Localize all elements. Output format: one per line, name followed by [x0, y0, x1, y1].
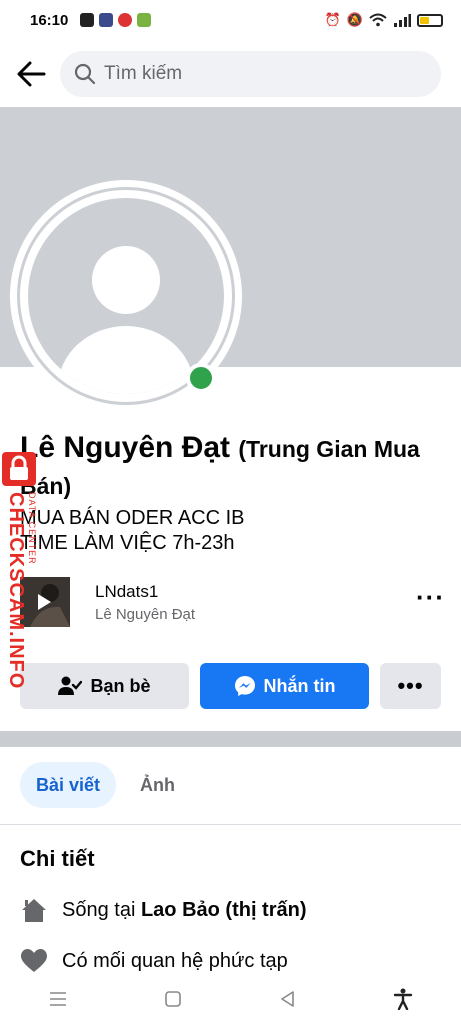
lives-place[interactable]: Lao Bảo (thị trấn) [141, 899, 307, 922]
profile-primary-name: Lê Nguyên Đạt [20, 431, 231, 464]
watermark-subtext: DATA CENTER [27, 492, 37, 565]
search-box[interactable] [60, 51, 441, 97]
system-nav-bar [0, 974, 461, 1024]
search-icon [74, 63, 96, 85]
lock-icon [2, 452, 36, 486]
linked-account-text: LNdats1 Lê Nguyên Đạt [95, 582, 195, 623]
checkscam-watermark: CHECKSCAM.INFO DATA CENTER [0, 452, 40, 689]
signal-icon [394, 14, 411, 27]
details-title: Chi tiết [20, 846, 95, 871]
bio-line: TIME LÀM VIỆC 7h-23h [20, 532, 235, 554]
status-bar: 16:10 ⏰ 🔕 [0, 0, 461, 40]
top-bar [0, 46, 461, 102]
game-notification-icon [137, 13, 152, 27]
app-notification-icon [99, 13, 114, 27]
message-label: Nhắn tin [263, 675, 336, 696]
linked-username: LNdats1 [95, 581, 159, 601]
detail-lives-in: Sống tại Lao Bảo (thị trấn) [20, 897, 307, 923]
tabs-divider [0, 824, 461, 825]
status-indicators: ⏰ 🔕 [325, 12, 443, 28]
heart-icon [21, 949, 47, 972]
profile-tabs: Bài viết Ảnh [20, 762, 191, 808]
status-time: 16:10 [30, 11, 69, 29]
bio-line: MUA BÁN ODER ACC IB [20, 507, 245, 529]
mute-icon: 🔕 [346, 12, 363, 27]
message-button[interactable]: Nhắn tin [200, 663, 369, 709]
profile-bio: MUA BÁN ODER ACC IB TIME LÀM VIỆC 7h-23h [20, 506, 245, 556]
messenger-icon [234, 676, 255, 696]
back-triangle-icon[interactable] [273, 984, 303, 1014]
youtube-notification-icon [80, 13, 95, 27]
relationship-status: Có mối quan hệ phức tạp [62, 949, 288, 972]
friend-check-icon [58, 676, 83, 695]
lives-prefix: Sống tại [62, 898, 141, 921]
accessibility-icon[interactable] [388, 984, 418, 1014]
linked-account-row[interactable]: LNdats1 Lê Nguyên Đạt ··· [20, 576, 445, 628]
linked-display-name: Lê Nguyên Đạt [95, 605, 196, 623]
tab-posts[interactable]: Bài viết [20, 762, 117, 808]
back-arrow-icon[interactable] [14, 57, 48, 91]
home-icon [22, 899, 46, 922]
wifi-icon [369, 13, 387, 27]
detail-relationship: Có mối quan hệ phức tạp [20, 948, 288, 974]
battery-icon [417, 13, 443, 27]
search-input[interactable] [104, 63, 404, 85]
watermark-text: CHECKSCAM.INFO [5, 492, 27, 690]
profile-actions: Bạn bè Nhắn tin ••• [20, 663, 441, 709]
linked-account-more-button[interactable]: ··· [416, 584, 445, 612]
alarm-icon: ⏰ [324, 12, 341, 27]
online-status-dot [186, 363, 216, 393]
friends-button[interactable]: Bạn bè [20, 663, 189, 709]
tab-photos[interactable]: Ảnh [124, 762, 191, 808]
pokeball-notification-icon [118, 13, 133, 27]
more-options-button[interactable]: ••• [380, 663, 441, 709]
section-divider [0, 731, 461, 747]
menu-icon[interactable] [43, 984, 73, 1014]
profile-name: Lê Nguyên Đạt (Trung Gian Mua Bán) [20, 430, 450, 504]
friends-label: Bạn bè [90, 675, 151, 696]
home-button-icon[interactable] [158, 984, 188, 1014]
